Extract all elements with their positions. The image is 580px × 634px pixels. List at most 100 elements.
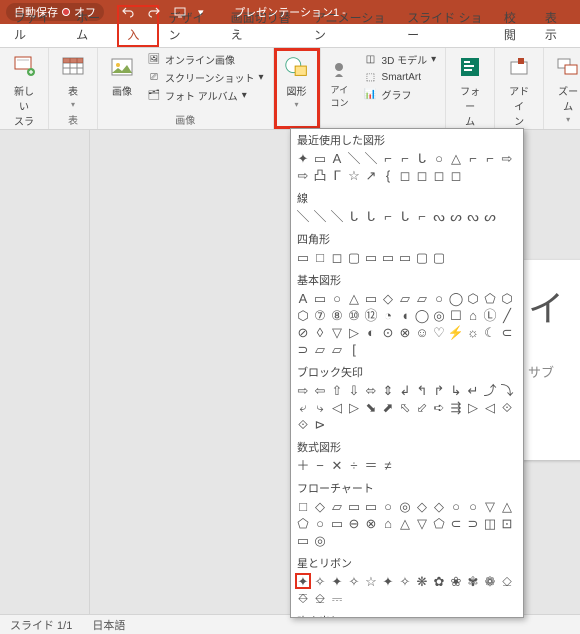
chart-button[interactable]: 📊グラフ xyxy=(361,86,440,103)
shape-item[interactable]: ▭ xyxy=(329,515,345,531)
shape-item[interactable]: ⌐ xyxy=(414,208,430,224)
shape-item[interactable]: ⌐ xyxy=(482,150,498,166)
shape-item[interactable]: ▭ xyxy=(363,498,379,514)
shape-item[interactable]: ⎐ xyxy=(499,573,515,589)
redo-icon[interactable] xyxy=(146,4,162,20)
shape-item[interactable]: ╱ xyxy=(499,307,515,323)
shape-item[interactable]: ⬡ xyxy=(499,290,515,306)
slide-subtitle-placeholder[interactable]: サブ xyxy=(528,362,580,381)
shape-item[interactable]: ⊂ xyxy=(448,515,464,531)
shape-item[interactable]: ◻ xyxy=(397,167,413,183)
shape-item[interactable]: ▽ xyxy=(329,324,345,340)
slide-title-placeholder[interactable]: イ xyxy=(528,280,580,332)
shape-item[interactable]: ◯ xyxy=(448,290,464,306)
shape-item[interactable]: 凸 xyxy=(312,167,328,183)
shape-item[interactable]: ☺ xyxy=(414,324,430,340)
shape-item[interactable]: { xyxy=(380,167,396,183)
shape-item[interactable]: ○ xyxy=(380,498,396,514)
shape-item[interactable]: ◻ xyxy=(448,167,464,183)
shape-item[interactable]: ◎ xyxy=(397,498,413,514)
table-button[interactable]: 表 ▾ xyxy=(55,51,91,111)
shape-item[interactable]: ＼ xyxy=(312,208,328,224)
tab-design[interactable]: デザイン xyxy=(159,5,221,47)
shape-item[interactable]: ⇨ xyxy=(295,382,311,398)
shape-item[interactable]: △ xyxy=(499,498,515,514)
shape-item[interactable]: ⤷ xyxy=(312,399,328,415)
shape-item[interactable]: ▢ xyxy=(346,249,362,265)
shape-item[interactable]: ⇦ xyxy=(312,382,328,398)
shape-item[interactable]: ⌐ xyxy=(465,150,481,166)
shape-item[interactable]: ⬡ xyxy=(465,290,481,306)
shape-item[interactable]: ▱ xyxy=(329,498,345,514)
shape-item[interactable]: ⇨ xyxy=(499,150,515,166)
shape-item[interactable]: ⌐ xyxy=(380,150,396,166)
shape-item[interactable]: ⇶ xyxy=(448,399,464,415)
shape-item[interactable]: ✿ xyxy=(431,573,447,589)
shape-item[interactable]: ＼ xyxy=(363,150,379,166)
shape-item[interactable]: ⬈ xyxy=(380,399,396,415)
shape-item[interactable]: ⤵ xyxy=(499,382,515,398)
shape-item[interactable]: ≠ xyxy=(380,457,396,473)
shape-item[interactable]: ⊙ xyxy=(380,324,396,340)
shape-item[interactable]: ⊗ xyxy=(397,324,413,340)
shape-item[interactable]: ❀ xyxy=(448,573,464,589)
shape-item[interactable]: ⊡ xyxy=(499,515,515,531)
tab-slideshow[interactable]: スライド ショー xyxy=(397,5,494,47)
shape-item[interactable]: ⇩ xyxy=(346,382,362,398)
shape-item[interactable]: ▽ xyxy=(414,515,430,531)
shape-item[interactable]: ⌐ xyxy=(397,150,413,166)
shape-item[interactable]: ☆ xyxy=(346,167,362,183)
shape-item[interactable]: ◯ xyxy=(414,307,430,323)
shape-item[interactable]: ◻ xyxy=(431,167,447,183)
shape-item[interactable]: ↳ xyxy=(448,382,464,398)
shape-item[interactable]: ＝ xyxy=(363,457,379,473)
shape-item[interactable]: ○ xyxy=(329,290,345,306)
screenshot-button[interactable]: ⎚スクリーンショット ▾ xyxy=(144,69,267,86)
shape-item[interactable]: ✧ xyxy=(312,573,328,589)
shape-item[interactable]: ▽ xyxy=(482,498,498,514)
shape-item[interactable]: ⌂ xyxy=(380,515,396,531)
shapes-gallery-popup[interactable]: 最近使用した図形✦▭A＼＼⌐⌐ᒐ○△⌐⌐⇨⇨凸ᒥ☆↗{◻◻◻◻線＼＼＼ᒐᒐ⌐ᒐ⌐… xyxy=(290,128,524,618)
shape-item[interactable]: ✦ xyxy=(329,573,345,589)
shape-item[interactable]: ⎑ xyxy=(295,590,311,606)
tab-view[interactable]: 表示 xyxy=(535,5,576,47)
shape-item[interactable]: ▢ xyxy=(431,249,447,265)
shape-item[interactable]: ⇧ xyxy=(329,382,345,398)
shape-item[interactable]: ▭ xyxy=(346,498,362,514)
shape-item[interactable]: ⊳ xyxy=(312,416,328,432)
shape-item[interactable]: ⎓ xyxy=(329,590,345,606)
shape-item[interactable]: Ⓛ xyxy=(482,307,498,323)
shape-item[interactable]: ⟐ xyxy=(499,399,515,415)
shape-item[interactable]: ᒐ xyxy=(397,208,413,224)
photo-album-button[interactable]: 🗂フォト アルバム ▾ xyxy=(144,87,267,104)
shape-item[interactable]: ◇ xyxy=(414,498,430,514)
shape-item[interactable]: ↰ xyxy=(414,382,430,398)
shape-item[interactable]: ✕ xyxy=(329,457,345,473)
shape-item[interactable]: ⊗ xyxy=(363,515,379,531)
shape-item[interactable]: ▷ xyxy=(346,324,362,340)
shape-item[interactable]: ◻ xyxy=(414,167,430,183)
shape-item[interactable]: ➪ xyxy=(431,399,447,415)
tab-home[interactable]: ホーム xyxy=(66,5,117,47)
shape-item[interactable]: ▭ xyxy=(363,290,379,306)
shape-item[interactable]: ✦ xyxy=(380,573,396,589)
shape-item[interactable]: ⤶ xyxy=(295,399,311,415)
shape-item[interactable]: ⚡ xyxy=(448,324,464,340)
shape-item[interactable]: ＋ xyxy=(295,457,311,473)
shape-item[interactable]: ⇕ xyxy=(380,382,396,398)
shape-item[interactable]: ○ xyxy=(448,498,464,514)
shape-item[interactable]: ᔓ xyxy=(465,208,481,224)
shape-item[interactable]: ♡ xyxy=(431,324,447,340)
shape-item[interactable]: △ xyxy=(397,515,413,531)
shape-item[interactable]: ▷ xyxy=(465,399,481,415)
shape-item[interactable]: ↗ xyxy=(363,167,379,183)
tab-file[interactable]: ファイル xyxy=(4,5,66,47)
shape-item[interactable]: A xyxy=(295,290,311,306)
shape-item[interactable]: ○ xyxy=(431,290,447,306)
3d-model-button[interactable]: ◫3D モデル ▾ xyxy=(361,51,440,68)
shape-item[interactable]: ⇨ xyxy=(295,167,311,183)
shape-item[interactable]: ◁ xyxy=(482,399,498,415)
shape-item[interactable]: − xyxy=(312,457,328,473)
shape-item[interactable]: ⊃ xyxy=(465,515,481,531)
shape-item[interactable]: ▭ xyxy=(397,249,413,265)
